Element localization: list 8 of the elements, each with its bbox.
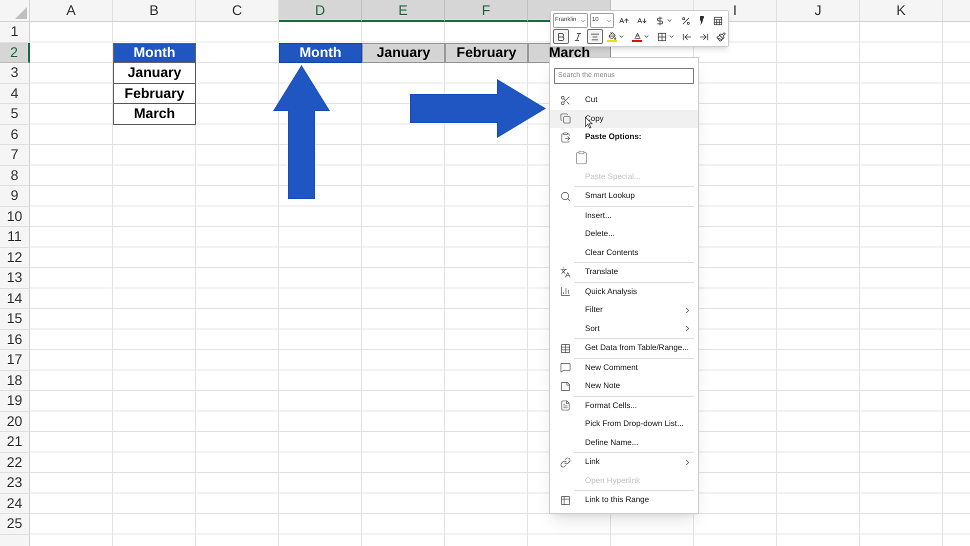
table-cell: February — [113, 84, 196, 104]
table-cell: January — [113, 63, 196, 84]
table-cell: January — [362, 42, 445, 63]
table-cell: February — [445, 42, 528, 63]
menu-section-heading: Paste Options: — [585, 131, 642, 144]
table-cell: March — [113, 104, 196, 124]
table-cell: Month — [279, 42, 362, 63]
table-cell: Month — [113, 42, 196, 63]
